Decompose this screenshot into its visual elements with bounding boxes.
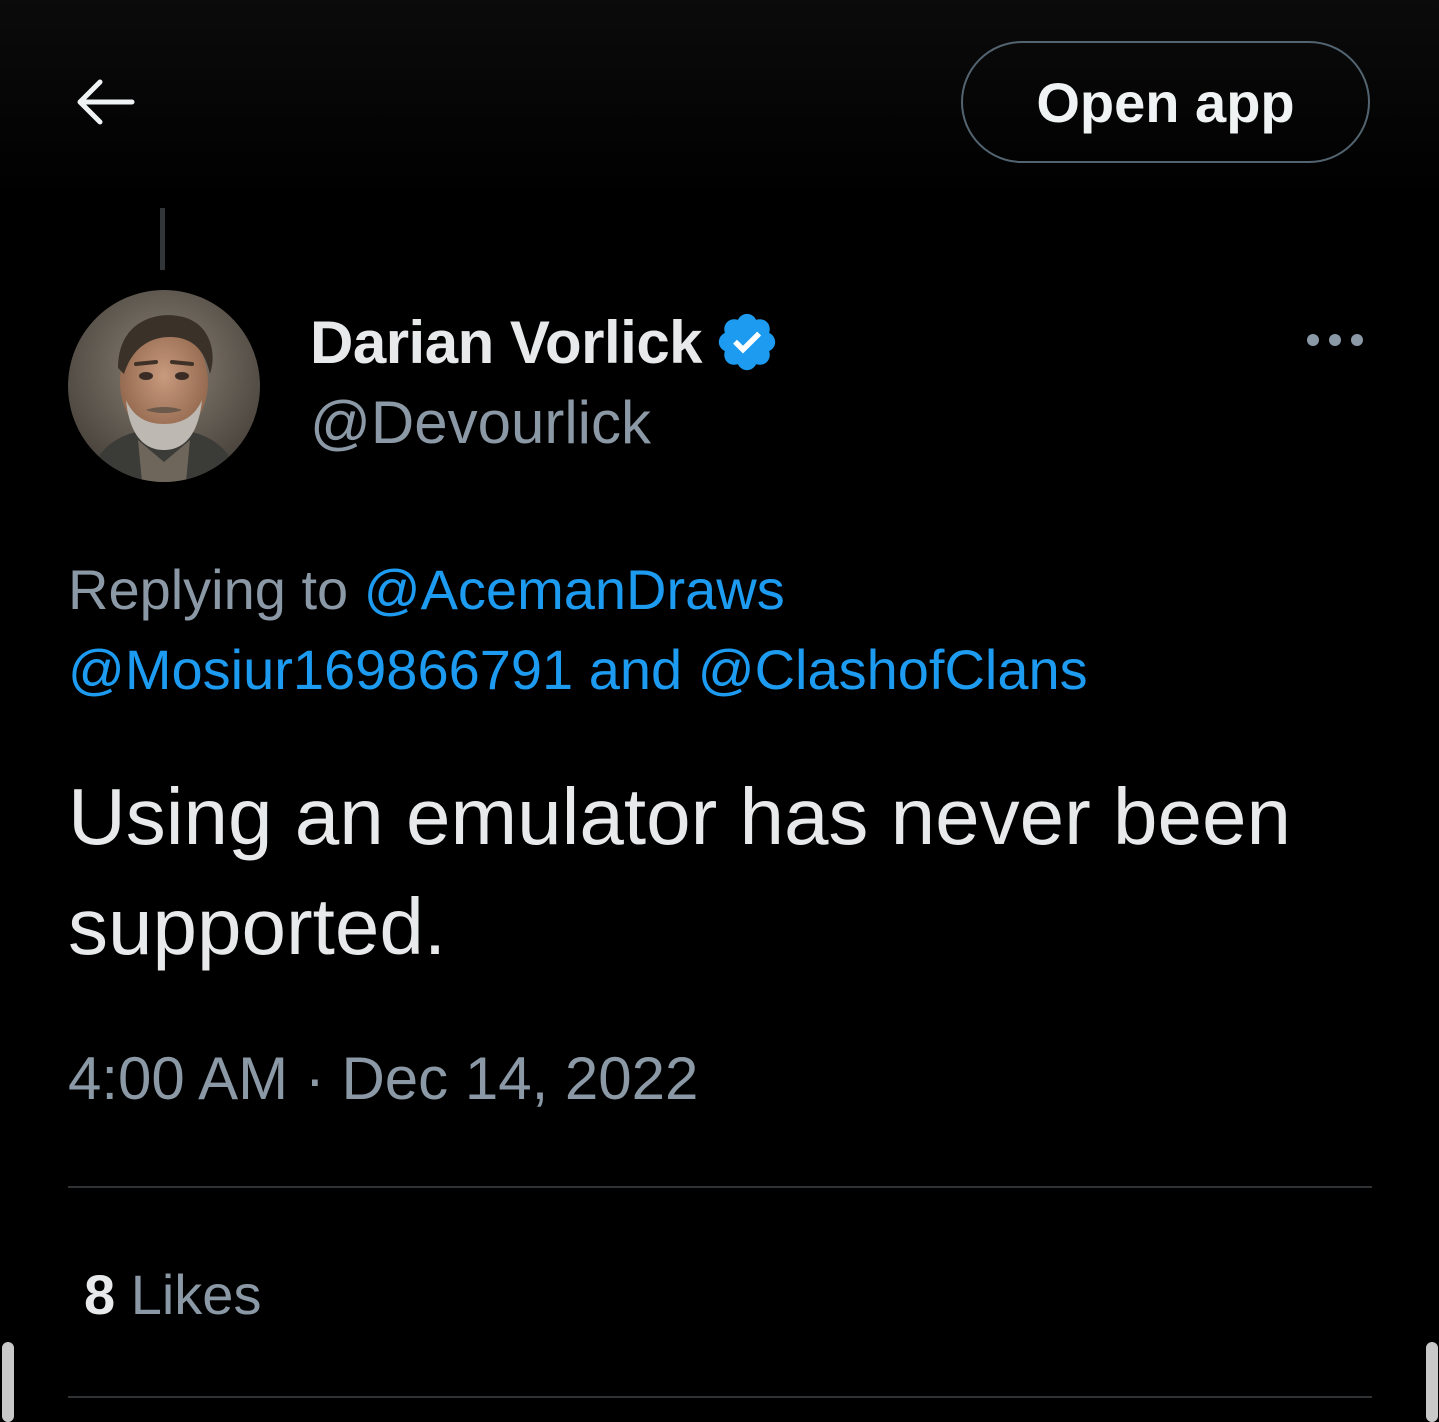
more-horizontal-icon	[1305, 332, 1365, 353]
back-button[interactable]	[62, 72, 146, 136]
mention-link[interactable]: @ClashofClans	[698, 638, 1088, 701]
author-name-row: Darian Vorlick	[310, 306, 780, 378]
mention-link[interactable]: @Mosiur169866791	[68, 638, 573, 701]
avatar[interactable]	[68, 290, 260, 482]
mention-link[interactable]: @AcemanDraws	[364, 558, 785, 621]
verified-badge-icon	[714, 309, 780, 375]
likes-label: Likes	[130, 1263, 262, 1326]
likes-count: 8	[84, 1263, 116, 1326]
thread-connector-line	[160, 208, 165, 270]
likes-stat[interactable]: 8 Likes	[84, 1262, 261, 1327]
divider	[68, 1186, 1372, 1188]
author-handle[interactable]: @Devourlick	[310, 388, 651, 457]
scroll-edge-left	[2, 1342, 14, 1422]
more-options-button[interactable]	[1298, 316, 1372, 368]
reply-context: Replying to @AcemanDraws @Mosiur16986679…	[68, 550, 1368, 710]
tweet-time[interactable]: 4:00 AM	[68, 1045, 288, 1112]
reply-context-joiner: and	[588, 638, 683, 701]
scroll-edge-right	[1426, 1342, 1438, 1422]
tweet-text: Using an emulator has never been support…	[68, 772, 1291, 971]
open-app-button[interactable]: Open app	[961, 41, 1370, 163]
author-display-name[interactable]: Darian Vorlick	[310, 308, 703, 377]
replying-to-label: Replying to	[68, 558, 349, 621]
tweet-timestamp: 4:00 AM · Dec 14, 2022	[68, 1044, 698, 1113]
tweet-date[interactable]: Dec 14, 2022	[341, 1045, 698, 1112]
arrow-left-icon	[72, 77, 136, 132]
divider	[68, 1396, 1372, 1398]
timestamp-separator: ·	[304, 1045, 325, 1112]
